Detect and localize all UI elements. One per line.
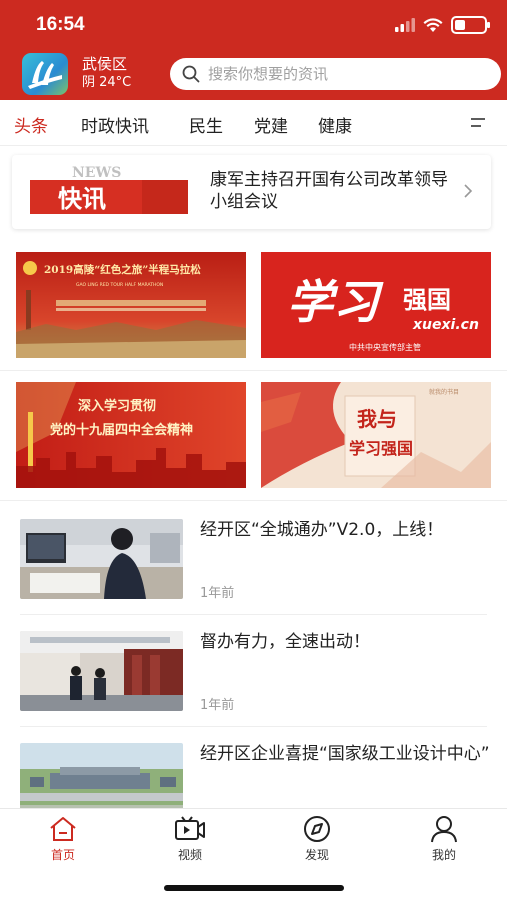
- home-indicator[interactable]: [164, 885, 344, 891]
- nav-profile[interactable]: 我的: [404, 815, 484, 863]
- news-thumbnail: [20, 743, 183, 808]
- tab-health[interactable]: 健康: [318, 112, 352, 137]
- home-icon: [50, 817, 76, 841]
- news-item[interactable]: 督办有力，全速出动！ 1年前: [0, 622, 507, 732]
- nav-label: 首页: [50, 848, 75, 862]
- battery-icon: [451, 16, 490, 34]
- divider: [0, 370, 507, 371]
- status-bar: 16:54: [0, 0, 507, 52]
- svg-text:xuexi.cn: xuexi.cn: [412, 317, 479, 333]
- nav-video[interactable]: 视频: [150, 815, 230, 863]
- news-title: 经开区企业喜提“国家级工业设计中心”: [200, 744, 490, 764]
- divider: [20, 614, 487, 615]
- compass-icon: [304, 816, 330, 842]
- category-tabs: 头条 时政快讯 民生 党建 健康: [0, 100, 507, 146]
- svg-text:2019高陵“红色之旅”半程马拉松: 2019高陵“红色之旅”半程马拉松: [44, 263, 201, 276]
- search-input[interactable]: [208, 65, 488, 83]
- svg-text:学习: 学习: [287, 275, 384, 329]
- app-header: 16:54 武侯区 阴 24°C: [0, 0, 507, 100]
- news-thumbnail: [20, 519, 183, 599]
- search-bar[interactable]: [170, 58, 501, 90]
- flash-news-card[interactable]: NEWS 快讯 康军主持召开国有公司改革领导小组会议: [12, 155, 491, 229]
- tab-headlines[interactable]: 头条: [14, 112, 48, 137]
- tab-livelihood[interactable]: 民生: [189, 112, 223, 137]
- news-title: 经开区“全城通办”V2.0，上线！: [200, 520, 444, 540]
- svg-text:深入学习贯彻: 深入学习贯彻: [78, 398, 156, 414]
- svg-text:就我的书目: 就我的书目: [429, 388, 459, 396]
- menu-icon[interactable]: [469, 116, 487, 130]
- news-title: 督办有力，全速出动！: [200, 632, 370, 652]
- svg-text:我与: 我与: [357, 407, 397, 431]
- banner-me-and-xuexi[interactable]: 我与 学习强国 就我的书目: [261, 382, 491, 488]
- weather-label: 阴 24°C: [82, 75, 132, 90]
- location-label[interactable]: 武侯区: [82, 56, 127, 73]
- svg-text:快讯: 快讯: [58, 185, 106, 213]
- news-thumbnail: [20, 631, 183, 711]
- news-item[interactable]: 经开区企业喜提“国家级工业设计中心”: [0, 734, 507, 808]
- news-time: 1年前: [200, 698, 235, 713]
- nav-label: 发现: [304, 848, 329, 862]
- search-icon: [182, 65, 200, 83]
- flash-news-headline: 康军主持召开国有公司改革领导小组会议: [210, 170, 448, 212]
- wifi-icon: [423, 17, 443, 32]
- chevron-right-icon: [464, 184, 473, 198]
- divider: [20, 726, 487, 727]
- news-time: 1年前: [200, 586, 235, 601]
- signal-icon: [395, 18, 415, 32]
- tab-party-building[interactable]: 党建: [254, 112, 288, 137]
- video-icon: [175, 816, 205, 840]
- nav-label: 我的: [431, 848, 456, 862]
- banner-fourth-plenum[interactable]: 深入学习贯彻 党的十九届四中全会精神: [16, 382, 246, 488]
- svg-text:党的十九届四中全会精神: 党的十九届四中全会精神: [50, 422, 193, 438]
- flash-news-logo: NEWS 快讯: [30, 163, 188, 223]
- nav-label: 视频: [177, 848, 202, 862]
- status-icons: [395, 16, 490, 34]
- svg-text:NEWS: NEWS: [72, 165, 121, 181]
- news-item[interactable]: 经开区“全城通办”V2.0，上线！ 1年前: [0, 510, 507, 620]
- status-time: 16:54: [36, 14, 85, 35]
- banner-marathon[interactable]: 2019高陵“红色之旅”半程马拉松 GAO LING RED TOUR HALF…: [16, 252, 246, 358]
- nav-home[interactable]: 首页: [23, 815, 103, 863]
- svg-text:GAO LING RED TOUR HALF MARATHO: GAO LING RED TOUR HALF MARATHON: [76, 282, 163, 288]
- svg-text:强国: 强国: [403, 286, 451, 314]
- tab-politics-news[interactable]: 时政快讯: [81, 112, 149, 137]
- divider: [0, 500, 507, 501]
- battery-level: [455, 20, 465, 30]
- user-icon: [431, 816, 457, 843]
- svg-text:学习强国: 学习强国: [349, 439, 413, 458]
- banner-xuexi-qiangguo[interactable]: 学习 强国 xuexi.cn 中共中央宣传部主管: [261, 252, 491, 358]
- svg-text:中共中央宣传部主管: 中共中央宣传部主管: [349, 342, 421, 352]
- nav-discover[interactable]: 发现: [277, 815, 357, 863]
- app-logo: [22, 53, 68, 95]
